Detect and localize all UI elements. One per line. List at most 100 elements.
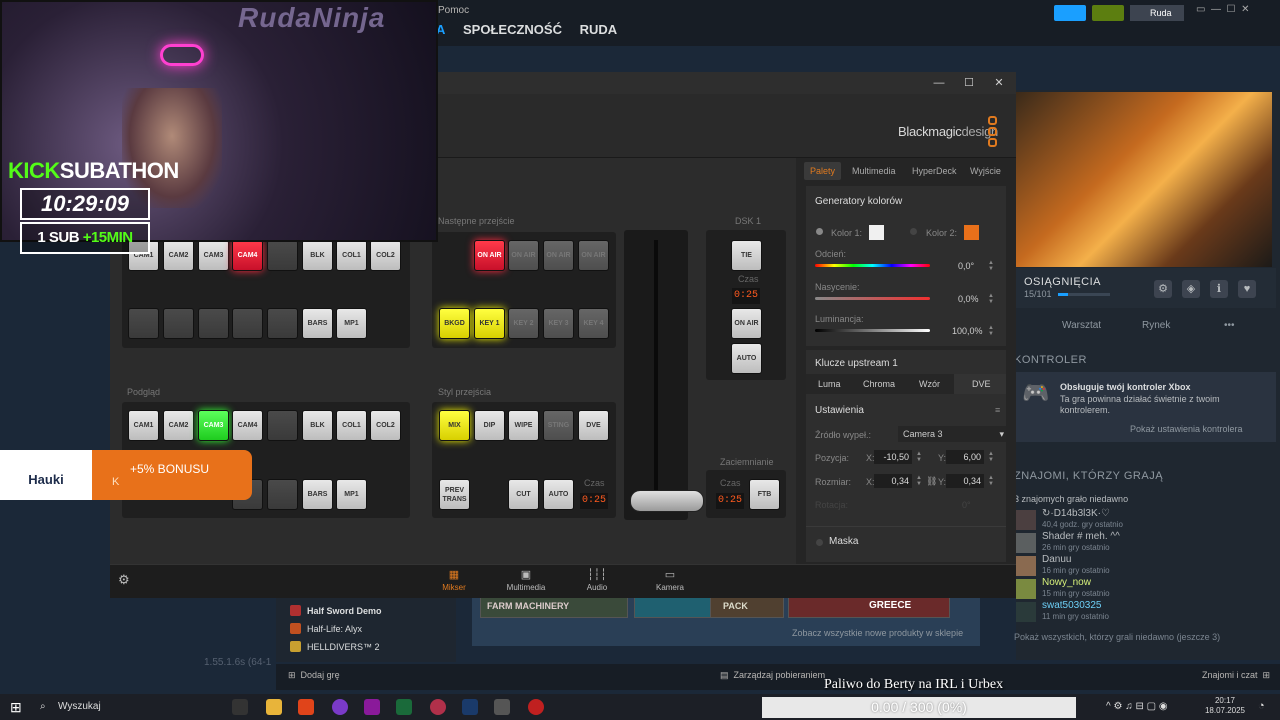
key2-on-air-button[interactable]: ON AIR xyxy=(508,240,539,271)
size-x-stepper[interactable]: ▲ ▼ xyxy=(916,475,922,487)
list-item[interactable]: Danuu 16 min gry ostatnio xyxy=(1016,554,1276,576)
list-item[interactable]: Shader # meh. ^^ 26 min gry ostatnio xyxy=(1016,531,1276,553)
tab-workshop[interactable]: Warsztat xyxy=(1062,320,1101,331)
friends-all-link[interactable]: Pokaż wszystkich, którzy grali niedawno … xyxy=(1014,632,1220,642)
nav-item-community[interactable]: SPOŁECZNOŚĆ xyxy=(463,22,562,37)
tab-dve[interactable]: DVE xyxy=(972,379,991,389)
hue-value[interactable]: 0,0° xyxy=(958,261,974,271)
tab-media[interactable]: Multimedia xyxy=(846,162,902,180)
position-x-field[interactable]: -10,50 xyxy=(874,450,912,464)
tab-media-pool[interactable]: ▣ Multimedia xyxy=(496,568,556,592)
auto-button[interactable]: AUTO xyxy=(543,479,574,510)
announce-button[interactable] xyxy=(1054,5,1086,21)
app-icon[interactable] xyxy=(332,699,348,715)
color1-radio[interactable] xyxy=(816,228,823,235)
tab-pattern[interactable]: Wzór xyxy=(919,379,940,389)
program-cam3-button[interactable]: CAM3 xyxy=(198,240,229,271)
manage-downloads-button[interactable]: ▤ Zarządzaj pobieraniem xyxy=(720,670,825,681)
hue-stepper[interactable]: ▲ ▼ xyxy=(988,260,994,272)
program-empty-button[interactable] xyxy=(163,308,194,339)
store-link[interactable]: Zobacz wszystkie nowe produkty w sklepie xyxy=(792,628,963,638)
preview-col1-button[interactable]: COL1 xyxy=(336,410,367,441)
saturation-slider[interactable] xyxy=(815,297,930,300)
preview-cam4-button[interactable]: CAM4 xyxy=(232,410,263,441)
app-icon[interactable] xyxy=(364,699,380,715)
nav-item-user[interactable]: RUDA xyxy=(580,22,618,37)
tab-camera[interactable]: ▭ Kamera xyxy=(640,568,700,592)
position-y-field[interactable]: 6,00 xyxy=(946,450,984,464)
program-bars-button[interactable]: BARS xyxy=(302,308,333,339)
program-col2-button[interactable]: COL2 xyxy=(370,240,401,271)
luminance-slider[interactable] xyxy=(815,329,930,332)
heart-icon[interactable]: ♥ xyxy=(1238,280,1256,298)
app-icon[interactable] xyxy=(430,699,446,715)
list-item[interactable]: ↻·D14b3l3K·♡ 40,4 godz. gry ostatnio xyxy=(1016,508,1276,530)
cut-button[interactable]: CUT xyxy=(508,479,539,510)
sat-stepper[interactable]: ▲ ▼ xyxy=(988,293,994,305)
tab-more[interactable]: ••• xyxy=(1224,320,1235,331)
color2-swatch[interactable] xyxy=(964,225,979,240)
size-x-field[interactable]: 0,34 xyxy=(874,474,912,488)
info-icon[interactable]: ℹ xyxy=(1210,280,1228,298)
size-y-stepper[interactable]: ▲ ▼ xyxy=(988,475,994,487)
program-blk-button[interactable]: BLK xyxy=(302,240,333,271)
notification-icon[interactable]: ◔ xyxy=(1258,700,1265,712)
preview-cam3-button[interactable]: CAM3 xyxy=(198,410,229,441)
tab-palettes[interactable]: Palety xyxy=(804,162,842,180)
program-empty-button[interactable] xyxy=(232,308,263,339)
tab-mixer[interactable]: ▦ Mikser xyxy=(424,568,484,592)
preview-col2-button[interactable]: COL2 xyxy=(370,410,401,441)
menu-icon[interactable]: ≡ xyxy=(995,405,1000,415)
color1-swatch[interactable] xyxy=(869,225,884,240)
maximize-icon[interactable]: ☐ xyxy=(954,72,984,94)
color2-radio[interactable] xyxy=(910,228,917,235)
wipe-button[interactable]: WIPE xyxy=(508,410,539,441)
library-item[interactable]: Half-Life: Alyx xyxy=(290,622,362,636)
tie-button[interactable]: TIE xyxy=(731,240,762,271)
tab-luma[interactable]: Luma xyxy=(818,379,841,389)
gear-icon[interactable]: ⚙ xyxy=(118,572,130,588)
atem-icon[interactable] xyxy=(494,699,510,715)
lum-value[interactable]: 100,0% xyxy=(952,326,983,336)
steam-icon[interactable] xyxy=(462,699,478,715)
notifications-button[interactable] xyxy=(1092,5,1124,21)
controller-settings-link[interactable]: Pokaż ustawienia kontrolera xyxy=(1130,424,1243,434)
app-icon[interactable] xyxy=(528,699,544,715)
library-item[interactable]: HELLDIVERS™ 2 xyxy=(290,640,380,654)
list-item[interactable]: Nowy_now 15 min gry ostatnio xyxy=(1016,577,1276,599)
store-thumb[interactable]: FARM MACHINERY xyxy=(480,596,628,618)
key3-on-air-button[interactable]: ON AIR xyxy=(543,240,574,271)
tbar-handle[interactable] xyxy=(630,490,704,512)
mix-button[interactable]: MIX xyxy=(439,410,470,441)
program-mp1-button[interactable]: MP1 xyxy=(336,308,367,339)
program-empty-button[interactable] xyxy=(198,308,229,339)
dip-button[interactable]: DIP xyxy=(474,410,505,441)
sat-value[interactable]: 0,0% xyxy=(958,294,979,304)
user-menu[interactable]: Ruda xyxy=(1130,5,1184,21)
bkgd-button[interactable]: BKGD xyxy=(439,308,470,339)
sting-button[interactable]: STING xyxy=(543,410,574,441)
key4-button[interactable]: KEY 4 xyxy=(578,308,609,339)
transition-rate-field[interactable]: 0:25 xyxy=(580,493,608,509)
gamepad-icon[interactable]: ◈ xyxy=(1182,280,1200,298)
dsk-auto-button[interactable]: AUTO xyxy=(731,343,762,374)
program-cam4-button[interactable]: CAM4 xyxy=(232,240,263,271)
key1-on-air-button[interactable]: ON AIR xyxy=(474,240,505,271)
preview-blk-button[interactable]: BLK xyxy=(302,410,333,441)
link-icon[interactable]: ⛓ xyxy=(926,476,937,487)
key2-button[interactable]: KEY 2 xyxy=(508,308,539,339)
ftb-rate-field[interactable]: 0:25 xyxy=(716,493,744,509)
brave-icon[interactable] xyxy=(298,699,314,715)
friends-chat-button[interactable]: Znajomi i czat ⊞ xyxy=(1202,670,1270,681)
fill-source-select[interactable]: Camera 3 ▾ xyxy=(898,426,1006,442)
windows-start-icon[interactable]: ⊞ xyxy=(10,699,22,716)
gear-icon[interactable]: ⚙ xyxy=(1154,280,1172,298)
library-item[interactable]: Half Sword Demo xyxy=(290,604,382,618)
position-x-stepper[interactable]: ▲ ▼ xyxy=(916,451,922,463)
steam-menu-help[interactable]: Pomoc xyxy=(438,0,469,22)
preview-bars-button[interactable]: BARS xyxy=(302,479,333,510)
program-empty-button[interactable] xyxy=(267,308,298,339)
tab-chroma[interactable]: Chroma xyxy=(863,379,895,389)
achievements-bar[interactable]: OSIĄGNIĘCIA 15/101 ⚙ ◈ ℹ ♥ xyxy=(1016,268,1276,308)
tab-market[interactable]: Rynek xyxy=(1142,320,1170,331)
